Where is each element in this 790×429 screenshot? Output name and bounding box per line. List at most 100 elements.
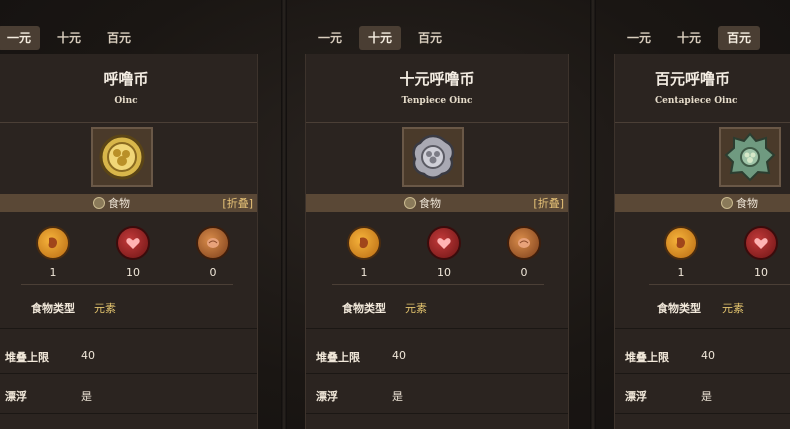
food-type-value[interactable]: 元素 (405, 300, 427, 316)
health-value: 10 (437, 266, 451, 279)
denomination-tabs: 一元 十元 百元 (309, 26, 451, 50)
brain-icon (196, 226, 230, 260)
float-value: 是 (701, 390, 712, 403)
divider-line (306, 122, 568, 123)
silver-coin-icon (404, 129, 462, 185)
category-label: 食物 (93, 195, 130, 211)
wiki-comparison-stage: 一元 十元 百元 呼噜币 Oinc 食物 [折叠] 1 10 0 食物类型 元素… (0, 0, 790, 429)
sanity-value: 0 (209, 266, 217, 279)
row-divider (0, 413, 257, 414)
health-value: 10 (754, 266, 768, 279)
float-label: 漂浮 (316, 390, 338, 403)
category-label: 食物 (404, 195, 441, 211)
row-divider (615, 413, 790, 414)
health-value: 10 (126, 266, 140, 279)
float-label: 漂浮 (5, 390, 27, 403)
sanity-value: 0 (520, 266, 528, 279)
food-type-value[interactable]: 元素 (94, 300, 116, 316)
row-divider (0, 328, 257, 329)
heart-icon (744, 226, 778, 260)
leaf-icon (404, 197, 416, 209)
item-title: 呼噜币 (103, 70, 149, 88)
category-bar: 食物 [折叠] (0, 194, 257, 212)
row-divider (306, 413, 568, 414)
row-divider (306, 328, 568, 329)
item-title: 十元呼噜币 (399, 70, 475, 88)
tab-ten-yuan[interactable]: 十元 (359, 26, 402, 50)
tab-one-yuan[interactable]: 一元 (0, 26, 41, 50)
column-divider (590, 0, 596, 429)
leaf-icon (93, 197, 105, 209)
food-type-label: 食物类型 (657, 302, 701, 315)
tab-hundred-yuan[interactable]: 百元 (98, 26, 140, 50)
brain-icon (507, 226, 541, 260)
divider-line (649, 284, 790, 285)
fold-link[interactable]: [折叠] (222, 195, 253, 211)
item-column-oinc: 一元 十元 百元 呼噜币 Oinc 食物 [折叠] 1 10 0 食物类型 元素… (0, 0, 270, 429)
item-infobox: 十元呼噜币 Tenpiece Oinc 食物 [折叠] 1 10 0 食物类型 … (305, 54, 569, 429)
category-text: 食物 (108, 197, 130, 210)
item-subtitle: Tenpiece Oinc (401, 96, 473, 106)
float-value: 是 (81, 390, 92, 403)
item-subtitle: Centapiece Oinc (655, 96, 738, 106)
stomach-icon (347, 226, 381, 260)
heart-icon (427, 226, 461, 260)
food-type-label: 食物类型 (342, 302, 386, 315)
stack-limit-label: 堆叠上限 (5, 351, 49, 364)
hunger-value: 1 (49, 266, 57, 279)
sanity-stat: 0 (504, 226, 544, 279)
item-subtitle: Oinc (114, 96, 138, 106)
item-image-frame (402, 127, 464, 187)
hunger-value: 1 (360, 266, 368, 279)
denomination-tabs: 一元 十元 百元 (618, 26, 761, 50)
food-type-label: 食物类型 (31, 302, 75, 315)
hunger-stat: 1 (661, 226, 701, 279)
row-divider (0, 373, 257, 374)
row-divider (615, 373, 790, 374)
item-image-frame (719, 127, 781, 187)
row-divider (615, 328, 790, 329)
item-image-frame (91, 127, 153, 187)
category-bar: 食物 [折叠] (306, 194, 568, 212)
category-label: 食物 (721, 195, 758, 211)
item-title: 百元呼噜币 (655, 70, 731, 88)
category-bar: 食物 (615, 194, 790, 212)
health-stat: 10 (741, 226, 781, 279)
stack-limit-value: 40 (81, 349, 95, 362)
divider-line (332, 284, 544, 285)
row-divider (306, 373, 568, 374)
heart-icon (116, 226, 150, 260)
item-infobox: 呼噜币 Oinc 食物 [折叠] 1 10 0 食物类型 元素 堆叠上限 40 … (0, 54, 258, 429)
leaf-icon (721, 197, 733, 209)
jade-coin-icon (721, 129, 779, 185)
stack-limit-label: 堆叠上限 (625, 351, 669, 364)
item-column-tenpiece-oinc: 一元 十元 百元 十元呼噜币 Tenpiece Oinc 食物 [折叠] 1 1… (299, 0, 581, 429)
item-infobox: 百元呼噜币 Centapiece Oinc 食物 1 10 食物类型 元素 堆叠… (614, 54, 790, 429)
stack-limit-value: 40 (701, 349, 715, 362)
column-divider (281, 0, 287, 429)
denomination-tabs: 一元 十元 百元 (0, 26, 140, 50)
health-stat: 10 (113, 226, 153, 279)
fold-link[interactable]: [折叠] (533, 195, 564, 211)
category-text: 食物 (419, 197, 441, 210)
tab-one-yuan[interactable]: 一元 (618, 26, 660, 50)
stomach-icon (36, 226, 70, 260)
tab-ten-yuan[interactable]: 十元 (668, 26, 710, 50)
food-type-value[interactable]: 元素 (722, 300, 744, 316)
float-label: 漂浮 (625, 390, 647, 403)
hunger-stat: 1 (344, 226, 384, 279)
sanity-stat: 0 (193, 226, 233, 279)
divider-line (0, 122, 257, 123)
hunger-value: 1 (677, 266, 685, 279)
stack-limit-value: 40 (392, 349, 406, 362)
stack-limit-label: 堆叠上限 (316, 351, 360, 364)
float-value: 是 (392, 390, 403, 403)
category-text: 食物 (736, 197, 758, 210)
stomach-icon (664, 226, 698, 260)
gold-coin-icon (93, 129, 151, 185)
tab-one-yuan[interactable]: 一元 (309, 26, 351, 50)
tab-hundred-yuan[interactable]: 百元 (718, 26, 761, 50)
tab-hundred-yuan[interactable]: 百元 (409, 26, 451, 50)
item-column-centapiece-oinc: 一元 十元 百元 百元呼噜币 Centapiece Oinc 食物 1 10 食… (608, 0, 790, 429)
tab-ten-yuan[interactable]: 十元 (48, 26, 90, 50)
